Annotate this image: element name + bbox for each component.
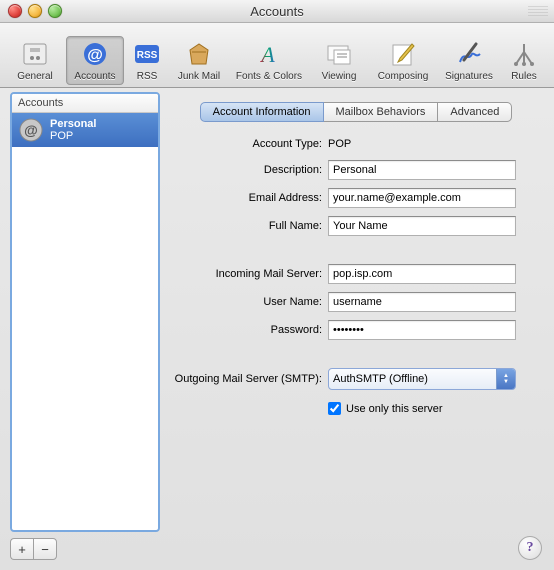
accounts-sidebar: Accounts @ Personal POP + −: [10, 92, 160, 560]
account-name: Personal: [50, 118, 96, 130]
fullname-field[interactable]: [328, 216, 516, 236]
accounts-list[interactable]: @ Personal POP: [12, 113, 158, 530]
toolbar-item-general[interactable]: General: [6, 36, 64, 85]
toolbar-item-composing[interactable]: Composing: [370, 36, 436, 85]
account-type-label: Account Type:: [172, 138, 322, 150]
svg-text:A: A: [259, 42, 275, 67]
incoming-server-field[interactable]: [328, 264, 516, 284]
accounts-list-box: Accounts @ Personal POP: [10, 92, 160, 532]
toolbar-item-accounts[interactable]: @ Accounts: [66, 36, 124, 85]
fonts-colors-icon: A: [252, 39, 286, 69]
preferences-toolbar: General @ Accounts RSS RSS Junk Mail A F…: [0, 23, 554, 88]
zoom-window-button[interactable]: [48, 4, 62, 18]
titlebar[interactable]: Accounts: [0, 0, 554, 23]
use-only-this-server-checkbox[interactable]: [328, 402, 341, 415]
svg-text:RSS: RSS: [137, 50, 158, 61]
description-field[interactable]: [328, 160, 516, 180]
email-field[interactable]: [328, 188, 516, 208]
preferences-window: Accounts General @ Accounts RSS RSS Jun: [0, 0, 554, 570]
email-label: Email Address:: [172, 192, 322, 204]
tab-advanced[interactable]: Advanced: [438, 102, 512, 122]
toolbar-item-fonts[interactable]: A Fonts & Colors: [230, 36, 308, 85]
accounts-icon: @: [78, 39, 112, 69]
svg-text:@: @: [24, 122, 38, 138]
help-button[interactable]: ?: [518, 536, 542, 560]
description-label: Description:: [172, 164, 322, 176]
account-type: POP: [50, 130, 96, 142]
smtp-server-value: AuthSMTP (Offline): [333, 373, 428, 385]
window-controls: [8, 4, 62, 18]
username-label: User Name:: [172, 296, 322, 308]
svg-text:@: @: [87, 47, 103, 64]
window-title: Accounts: [250, 4, 303, 19]
minimize-window-button[interactable]: [28, 4, 42, 18]
smtp-label: Outgoing Mail Server (SMTP):: [172, 373, 322, 385]
password-label: Password:: [172, 324, 322, 336]
add-remove-buttons: + −: [10, 538, 160, 560]
remove-account-button[interactable]: −: [33, 538, 57, 560]
add-account-button[interactable]: +: [10, 538, 33, 560]
junk-mail-icon: [182, 39, 216, 69]
account-detail-panel: Account Information Mailbox Behaviors Ad…: [168, 92, 544, 560]
account-list-item[interactable]: @ Personal POP: [12, 113, 158, 147]
account-info-form: Account Type: POP Description: Email Add…: [168, 136, 544, 415]
toolbar-customize-handle[interactable]: [528, 6, 548, 16]
signatures-icon: [452, 39, 486, 69]
general-icon: [18, 39, 52, 69]
username-field[interactable]: [328, 292, 516, 312]
account-at-icon: @: [18, 117, 44, 143]
content-area: Accounts @ Personal POP + −: [0, 80, 554, 570]
viewing-icon: [322, 39, 356, 69]
rss-icon: RSS: [130, 39, 164, 69]
smtp-server-popup[interactable]: AuthSMTP (Offline) ▲▼: [328, 368, 516, 390]
tab-account-information[interactable]: Account Information: [200, 102, 324, 122]
toolbar-item-junk[interactable]: Junk Mail: [170, 36, 228, 85]
incoming-server-label: Incoming Mail Server:: [172, 268, 322, 280]
rules-icon: [507, 39, 541, 69]
composing-icon: [386, 39, 420, 69]
use-only-this-server-label: Use only this server: [346, 403, 443, 415]
tab-mailbox-behaviors[interactable]: Mailbox Behaviors: [324, 102, 439, 122]
toolbar-item-rules[interactable]: Rules: [502, 36, 546, 85]
toolbar-item-signatures[interactable]: Signatures: [438, 36, 500, 85]
password-field[interactable]: [328, 320, 516, 340]
accounts-list-header: Accounts: [12, 94, 158, 113]
close-window-button[interactable]: [8, 4, 22, 18]
toolbar-item-rss[interactable]: RSS RSS: [126, 36, 168, 85]
account-type-value: POP: [328, 136, 351, 152]
fullname-label: Full Name:: [172, 220, 322, 232]
popup-arrows-icon: ▲▼: [496, 369, 515, 389]
account-tabs: Account Information Mailbox Behaviors Ad…: [168, 102, 544, 122]
toolbar-item-viewing[interactable]: Viewing: [310, 36, 368, 85]
